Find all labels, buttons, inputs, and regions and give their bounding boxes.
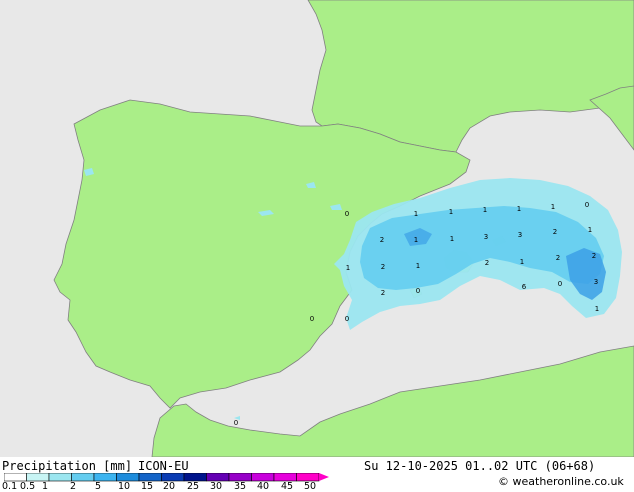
model-name: ICON-EU [138,459,189,473]
precipitation-map: 0 1 1 1 1 1 0 2 1 1 3 3 2 1 1 2 1 2 1 2 2 2 0 6 0 3 0 0 1 0 [0,0,634,457]
precip-value: 6 [522,283,527,291]
legend-tick-label: 30 [210,481,223,492]
legend-tick-label: 45 [281,481,294,492]
legend-swatch [48,473,72,482]
legend-swatch [296,473,320,482]
precip-value: 3 [594,278,598,286]
legend-swatch [161,473,185,482]
precip-value: 2 [592,252,596,260]
precip-value: 3 [484,233,488,241]
legend-tick-label: 35 [234,481,247,492]
legend-tick-label: 2 [70,481,77,492]
precip-value: 1 [595,305,599,313]
precip-value: 2 [553,228,557,236]
legend-tick-label: 25 [187,481,200,492]
precip-value: 0 [234,419,238,427]
precip-value: 1 [483,206,487,214]
precip-value: 1 [588,226,592,234]
legend-swatch [4,473,27,482]
precip-value: 1 [416,262,420,270]
legend-tick-label: 50 [304,481,317,492]
precip-value: 0 [558,280,562,288]
precip-value: 2 [556,254,560,262]
legend-swatch [138,473,162,482]
legend-tick-label: 5 [95,481,102,492]
legend-swatch [93,473,117,482]
legend-tick-label: 0.5 [20,481,36,492]
precip-value: 3 [518,231,522,239]
legend-swatch [71,473,95,482]
legend-tick-label: 15 [141,481,154,492]
legend-swatch [116,473,140,482]
precip-value: 1 [414,236,418,244]
precip-value: 1 [346,264,350,272]
legend-swatch [183,473,207,482]
precip-value: 1 [520,258,524,266]
legend-tick-label: 40 [257,481,270,492]
credit-text: © weatheronline.co.uk [498,475,624,488]
legend-swatch [206,473,230,482]
legend-tick-label: 0.1 [2,481,18,492]
precip-value: 2 [381,289,385,297]
precip-value: 0 [345,315,349,323]
legend-swatch [251,473,275,482]
precip-value: 0 [310,315,314,323]
precip-value: 2 [485,259,489,267]
precip-value: 2 [381,263,385,271]
precip-value: 0 [345,210,349,218]
legend-tick-label: 1 [42,481,49,492]
legend-tick-label: 20 [163,481,176,492]
legend-tick-label: 10 [118,481,131,492]
precip-value: 1 [551,203,555,211]
precip-value: 0 [416,287,420,295]
precip-value: 0 [585,201,589,209]
legend-swatch [228,473,252,482]
precip-value: 2 [380,236,384,244]
precip-value: 1 [414,210,418,218]
legend-swatch [273,473,297,482]
valid-time: Su 12-10-2025 01..02 UTC (06+68) [364,459,596,473]
precip-value: 1 [449,208,453,216]
precip-value: 1 [450,235,454,243]
map-title: Precipitation [mm] [2,459,133,473]
legend-swatch [26,473,50,482]
precip-value: 1 [517,205,521,213]
legend-arrow [319,473,329,481]
